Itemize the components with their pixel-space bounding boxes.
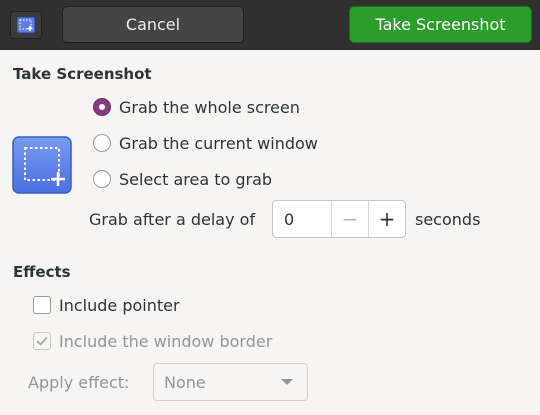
option-label: Select area to grab: [119, 169, 273, 189]
effects-heading: Effects: [13, 263, 71, 281]
delay-value-input[interactable]: 0: [273, 201, 331, 237]
take-screenshot-heading: Take Screenshot: [13, 65, 152, 83]
area-selection-icon: [12, 136, 72, 194]
option-label: Grab the current window: [119, 133, 318, 153]
include-pointer-checkbox[interactable]: [33, 296, 51, 314]
screenshot-icon: [10, 11, 42, 39]
select-area-option[interactable]: Select area to grab: [93, 167, 272, 191]
checkbox-label: Include the window border: [59, 331, 273, 351]
increment-button[interactable]: +: [368, 201, 405, 237]
radio-button-checked[interactable]: [93, 98, 111, 116]
chevron-down-icon: [281, 379, 293, 385]
checkmark-icon: [36, 336, 48, 346]
cancel-button[interactable]: Cancel: [62, 6, 244, 43]
header-bar: Cancel Take Screenshot: [0, 0, 540, 50]
include-pointer-option[interactable]: Include pointer: [33, 293, 180, 317]
grab-whole-screen-option[interactable]: Grab the whole screen: [93, 95, 300, 119]
take-screenshot-button[interactable]: Take Screenshot: [349, 6, 532, 43]
checkbox-label: Include pointer: [59, 295, 180, 315]
include-window-border-option: Include the window border: [33, 329, 272, 353]
option-label: Grab the whole screen: [119, 97, 300, 117]
delay-label: Grab after a delay of: [89, 209, 256, 229]
decrement-button[interactable]: −: [331, 201, 368, 237]
delay-spinbutton[interactable]: 0 − +: [272, 200, 406, 238]
include-window-border-checkbox: [33, 332, 51, 350]
radio-button[interactable]: [93, 170, 111, 188]
grab-current-window-option[interactable]: Grab the current window: [93, 131, 318, 155]
radio-button[interactable]: [93, 134, 111, 152]
apply-effect-dropdown: None: [153, 363, 308, 401]
apply-effect-label: Apply effect:: [28, 372, 130, 392]
seconds-label: seconds: [415, 209, 481, 229]
dropdown-value: None: [164, 372, 206, 392]
